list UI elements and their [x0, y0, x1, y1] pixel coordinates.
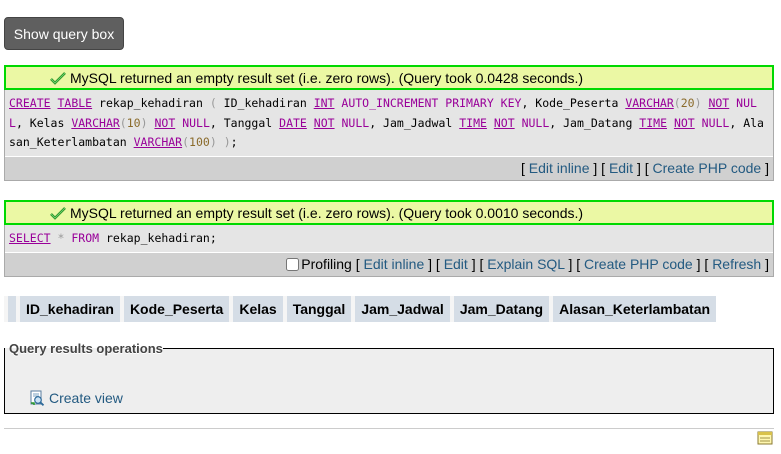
explain-sql-link[interactable]: Explain SQL — [487, 256, 564, 272]
result-table: ID_kehadiran Kode_Peserta Kelas Tanggal … — [4, 296, 720, 322]
profiling-checkbox[interactable] — [286, 257, 300, 271]
success-text: MySQL returned an empty result set (i.e.… — [70, 204, 584, 221]
create-view-link[interactable]: Create view — [49, 390, 123, 406]
check-icon — [50, 71, 66, 85]
edit-link[interactable]: Edit — [444, 256, 468, 272]
divider — [4, 428, 774, 429]
column-header[interactable]: Alasan_Keterlambatan — [553, 296, 717, 322]
refresh-link[interactable]: Refresh — [712, 256, 761, 272]
query-tools-2: Profiling [ Edit inline ] [ Edit ] [ Exp… — [5, 251, 773, 276]
column-header[interactable]: Kelas — [233, 296, 283, 322]
edit-inline-link[interactable]: Edit inline — [364, 256, 425, 272]
success-message-2: MySQL returned an empty result set (i.e.… — [4, 200, 774, 225]
create-view-action[interactable]: Create view — [29, 390, 123, 406]
create-view-icon — [30, 390, 45, 406]
create-php-code-link[interactable]: Create PHP code — [584, 256, 693, 272]
sql-code-create: CREATE TABLE rekap_kehadiran ( ID_kehadi… — [5, 90, 773, 156]
operations-legend: Query results operations — [9, 341, 163, 356]
row-select-column — [8, 296, 16, 322]
profiling-label: Profiling — [301, 255, 352, 272]
column-header[interactable]: Jam_Datang — [453, 296, 550, 322]
sql-code-select: SELECT * FROM rekap_kehadiran; — [5, 225, 773, 252]
sql-box-1: CREATE TABLE rekap_kehadiran ( ID_kehadi… — [4, 90, 774, 181]
column-header[interactable]: Tanggal — [286, 296, 352, 322]
check-icon — [50, 206, 66, 220]
edit-inline-link[interactable]: Edit inline — [529, 160, 590, 176]
result-table-header: ID_kehadiran Kode_Peserta Kelas Tanggal … — [4, 296, 717, 322]
create-php-code-link[interactable]: Create PHP code — [653, 160, 762, 176]
notepad-icon[interactable] — [757, 431, 773, 445]
success-text: MySQL returned an empty result set (i.e.… — [70, 69, 584, 86]
query-tools-1: [ Edit inline ] [ Edit ] [ Create PHP co… — [5, 155, 773, 180]
column-header[interactable]: ID_kehadiran — [20, 296, 120, 322]
sql-box-2: SELECT * FROM rekap_kehadiran; Profiling… — [4, 225, 774, 277]
edit-link[interactable]: Edit — [609, 160, 633, 176]
success-message-1: MySQL returned an empty result set (i.e.… — [4, 65, 774, 90]
query-results-operations: Query results operations Create view — [4, 341, 774, 414]
column-header[interactable]: Jam_Jadwal — [355, 296, 450, 322]
show-query-box-button[interactable]: Show query box — [4, 17, 124, 50]
column-header[interactable]: Kode_Peserta — [123, 296, 230, 322]
